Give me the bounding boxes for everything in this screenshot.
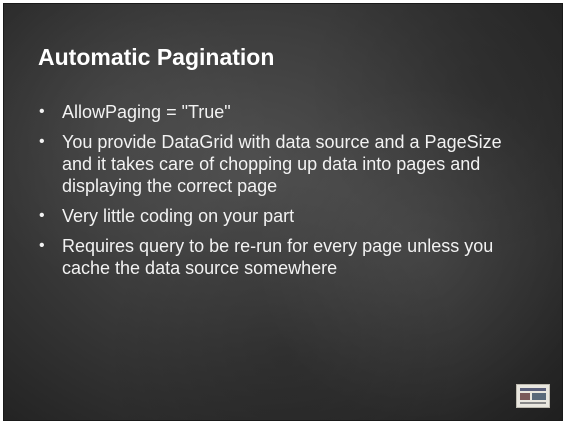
bullet-item: • Very little coding on your part: [36, 205, 536, 227]
bullet-dot-icon: •: [39, 103, 45, 120]
slide-frame: Automatic Pagination • AllowPaging = "Tr…: [3, 3, 563, 421]
bullet-text: AllowPaging = "True": [62, 102, 231, 122]
bullet-item: • Requires query to be re-run for every …: [36, 235, 536, 279]
bullet-item: • AllowPaging = "True": [36, 101, 536, 123]
bullet-item: • You provide DataGrid with data source …: [36, 131, 536, 197]
bullet-text: You provide DataGrid with data source an…: [62, 132, 502, 196]
bullet-list: • AllowPaging = "True" • You provide Dat…: [36, 101, 536, 287]
bullet-dot-icon: •: [39, 133, 45, 150]
bullet-dot-icon: •: [39, 207, 45, 224]
slide-title: Automatic Pagination: [38, 44, 275, 70]
bullet-text: Very little coding on your part: [62, 206, 295, 226]
bullet-text: Requires query to be re-run for every pa…: [62, 236, 494, 278]
aspnet-logo-icon: [516, 384, 550, 408]
bullet-dot-icon: •: [39, 237, 45, 254]
